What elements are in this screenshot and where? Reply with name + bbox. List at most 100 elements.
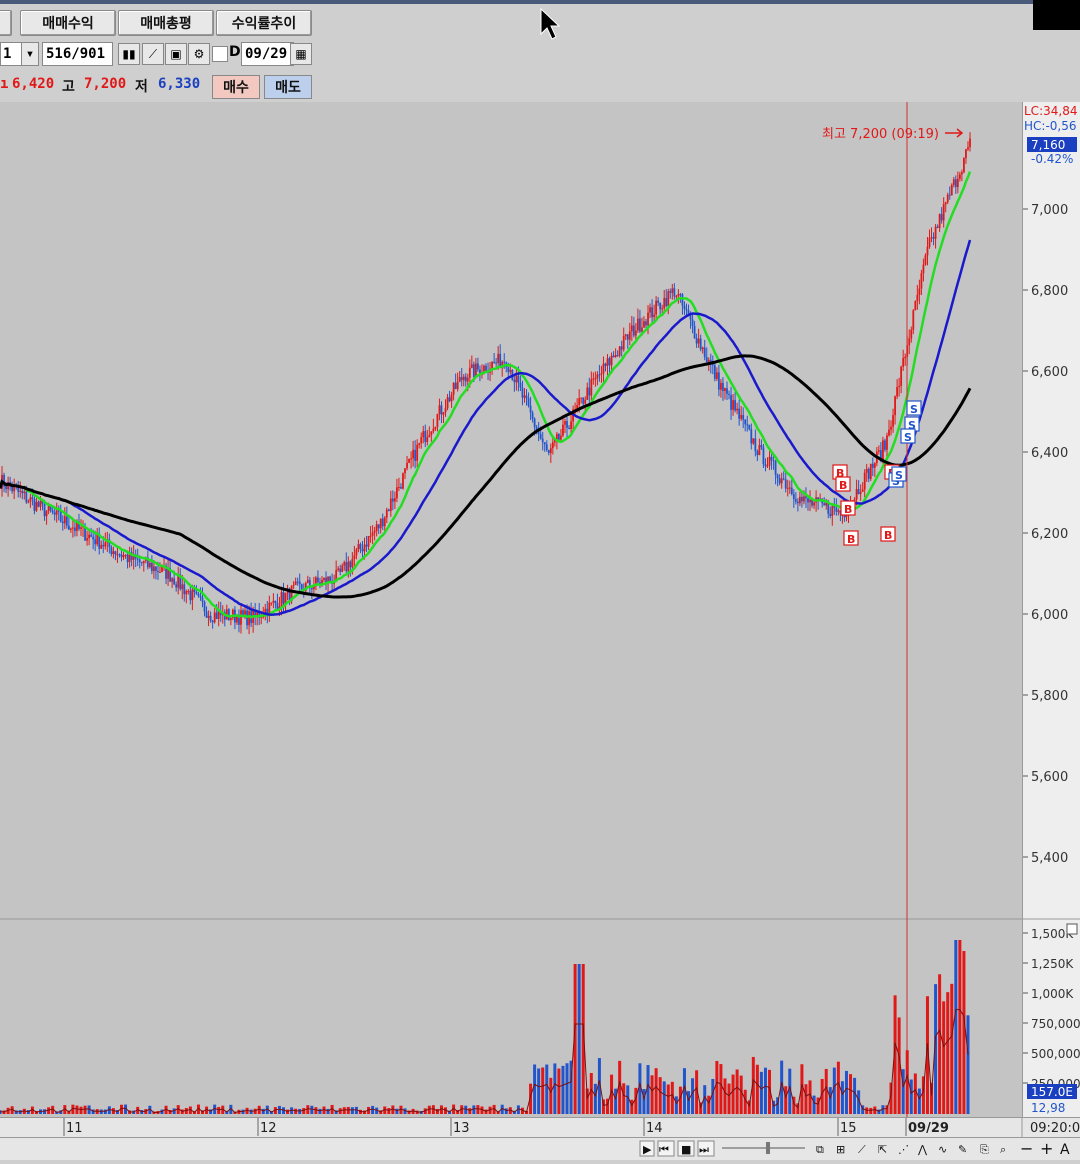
chevron-down-icon[interactable]: ▾	[21, 42, 39, 66]
volume-bar	[310, 1105, 314, 1114]
candle-body	[468, 367, 471, 378]
fan-tool-icon[interactable]: ⋀	[917, 1143, 928, 1156]
calendar-icon[interactable]: ▦	[290, 43, 312, 65]
volume-bar	[217, 1107, 221, 1114]
candle-body	[766, 465, 769, 467]
candle-body	[744, 419, 747, 425]
copy-icon[interactable]: ⎘	[980, 1143, 989, 1156]
cursor-tool-icon[interactable]: ⇱	[878, 1143, 887, 1156]
candle-body	[829, 513, 832, 516]
candle-body	[353, 555, 356, 559]
candle-body	[807, 498, 809, 503]
candle-body	[898, 385, 901, 388]
candle-body	[904, 356, 907, 359]
candle-body	[888, 429, 890, 436]
candle-body	[525, 395, 528, 399]
candle-body	[663, 298, 666, 309]
volume-bar	[666, 1084, 670, 1114]
sell-button[interactable]: 매도	[264, 75, 312, 99]
candle-body	[120, 554, 123, 558]
scroll-slider-thumb[interactable]	[766, 1142, 770, 1154]
zoom-box-icon[interactable]: ⧉	[816, 1143, 824, 1156]
candle-body	[138, 559, 141, 563]
return-trend-button[interactable]: 수익률추이	[216, 10, 312, 36]
draw-line-icon[interactable]: ⟋	[858, 1143, 866, 1156]
candle-style-icon[interactable]: ▮▮	[118, 43, 140, 65]
volume-bar	[715, 1060, 719, 1114]
candle-body	[112, 551, 115, 554]
candle-body	[600, 373, 603, 375]
rewind-icon: ⏮	[659, 1143, 669, 1156]
price-tick-label: 6,200	[1031, 527, 1068, 542]
zoom-out-icon[interactable]: −	[1020, 1139, 1033, 1158]
count-field[interactable]: 516/901	[42, 42, 113, 66]
candle-body	[910, 329, 913, 339]
candle-body	[944, 202, 947, 205]
trend-tool-icon[interactable]: ⋰	[898, 1143, 909, 1156]
chart-area[interactable]: 최고 7,200 (09:19)BBBBBBSSSSS	[0, 102, 1022, 1117]
candle-body	[37, 501, 40, 507]
candle-body	[181, 584, 184, 590]
candle-body	[786, 487, 789, 489]
line-style-icon[interactable]: ⟋	[142, 43, 164, 65]
volume-bar	[844, 1070, 848, 1114]
candle-body	[566, 421, 568, 428]
candle-body	[547, 449, 550, 454]
gear-icon[interactable]: ⚙	[188, 43, 210, 65]
save-icon[interactable]: ▣	[165, 43, 187, 65]
trade-summary-button[interactable]: 매매총평	[118, 10, 214, 36]
wave-tool-icon[interactable]: ∿	[938, 1143, 947, 1156]
volume-bar	[553, 1063, 557, 1114]
buy-signal-text: B	[839, 479, 847, 492]
volume-bar	[557, 1068, 561, 1114]
candle-body	[19, 490, 22, 492]
candle-body	[458, 377, 461, 382]
candle-body	[736, 408, 739, 411]
edit-tool-icon[interactable]: ✎	[958, 1143, 967, 1156]
candle-body	[958, 174, 961, 179]
zoom-in-icon[interactable]: +	[1040, 1139, 1053, 1158]
candle-body	[371, 532, 374, 536]
buy-button[interactable]: 매수	[212, 75, 260, 99]
candle-body	[920, 273, 923, 289]
volume-bar	[545, 1064, 549, 1114]
axis-svg: 7,000 6,800 6,600 6,400 6,200 6,000 5,800 5,600…	[1023, 104, 1080, 1115]
candle-body	[570, 421, 572, 429]
partial-button[interactable]	[0, 10, 12, 36]
candle-body	[645, 321, 647, 326]
volume-bar	[731, 1074, 735, 1114]
candle-body	[373, 530, 376, 533]
candle-body	[296, 581, 299, 583]
candle-body	[681, 294, 684, 306]
play-icon: ▶	[643, 1143, 652, 1156]
high-marker-arrow	[945, 128, 964, 138]
candle-body	[705, 357, 708, 363]
pane-option-icon[interactable]	[1066, 923, 1078, 935]
date-field[interactable]: 09/29	[241, 42, 294, 66]
candle-body	[438, 405, 441, 415]
candle-body	[27, 501, 30, 503]
date-checkbox[interactable]	[212, 46, 228, 62]
navigation-svg: ▶ ⏮ ■ ⏭ ⧉ ⊞ ⟋ ⇱ ⋰ ⋀ ∿ ✎ ⎘ ⌕ − + A	[639, 1139, 1070, 1158]
split-view-icon[interactable]: ⊞	[836, 1143, 845, 1156]
volume-bar	[763, 1067, 767, 1114]
search-icon[interactable]: ⌕	[1000, 1143, 1006, 1156]
candle-body	[450, 394, 453, 402]
volume-bar	[561, 1065, 565, 1114]
trade-profit-button[interactable]: 매매수익	[20, 10, 116, 36]
candle-body	[596, 374, 599, 379]
sell-signal-text: S	[895, 469, 903, 482]
candle-body	[695, 338, 698, 344]
current-price-label: 7,160	[1031, 138, 1065, 152]
candle-body	[604, 363, 607, 366]
candle-body	[746, 424, 749, 426]
candle-body	[272, 600, 275, 603]
candle-body	[803, 496, 805, 502]
font-size-icon[interactable]: A	[1060, 1142, 1070, 1158]
candle-body	[936, 226, 939, 228]
candle-body	[884, 440, 886, 450]
candle-body	[790, 487, 793, 495]
candle-body	[967, 147, 969, 150]
candle-body	[764, 464, 767, 467]
candle-body	[53, 512, 56, 515]
